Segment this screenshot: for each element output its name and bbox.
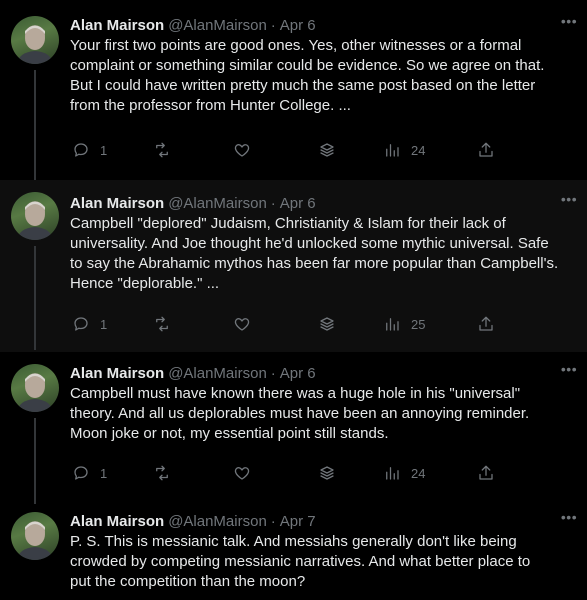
reply-count: 1 bbox=[100, 142, 108, 158]
avatar[interactable] bbox=[11, 16, 59, 64]
views-icon bbox=[386, 318, 399, 331]
views-button[interactable]: 25 bbox=[383, 314, 425, 334]
tweet-text-line: universality. And Joe thought he'd unloc… bbox=[70, 235, 549, 252]
tweet-header: Alan Mairson @AlanMairson · Apr 6 bbox=[70, 362, 579, 384]
tweet-text-line: Campbell must have known there was a hug… bbox=[70, 385, 521, 402]
author-name[interactable]: Alan Mairson bbox=[70, 17, 164, 34]
action-bar: 1 24 bbox=[70, 463, 493, 483]
like-icon bbox=[234, 318, 250, 331]
tweet-text: Campbell must have known there was a hug… bbox=[70, 384, 579, 444]
views-button[interactable]: 24 bbox=[383, 140, 425, 160]
reply-icon bbox=[74, 466, 88, 480]
action-bar: 1 25 bbox=[70, 314, 493, 334]
tweet-text-line: from the professor from Hunter College. … bbox=[70, 97, 351, 114]
separator-dot: · bbox=[270, 364, 276, 382]
avatar[interactable] bbox=[11, 364, 59, 412]
more-icon[interactable]: ••• bbox=[559, 192, 579, 212]
tweet-text-line: theory. And all us deplorables must have… bbox=[70, 405, 530, 422]
tweet-header: Alan Mairson @AlanMairson · Apr 6 bbox=[70, 192, 579, 214]
thread-line bbox=[34, 418, 36, 504]
reply-count: 1 bbox=[100, 465, 108, 481]
retweet-button[interactable] bbox=[153, 314, 171, 334]
tweet[interactable]: Alan Mairson @AlanMairson · Apr 7 ••• P.… bbox=[0, 502, 587, 600]
reply-button[interactable]: 1 bbox=[72, 314, 107, 334]
share-button[interactable] bbox=[477, 463, 495, 483]
share-button[interactable] bbox=[477, 140, 495, 160]
like-button[interactable] bbox=[233, 314, 251, 334]
tweet-text-line: Your first two points are good ones. Yes… bbox=[70, 37, 522, 54]
author-name[interactable]: Alan Mairson bbox=[70, 195, 164, 212]
more-icon[interactable]: ••• bbox=[559, 510, 579, 530]
views-icon bbox=[386, 144, 399, 157]
stack-icon bbox=[320, 466, 334, 480]
tweet[interactable]: Alan Mairson @AlanMairson · Apr 6 ••• Ca… bbox=[0, 352, 587, 504]
action-bar: 1 24 bbox=[70, 140, 493, 160]
thread-line bbox=[34, 246, 36, 350]
views-icon bbox=[386, 467, 399, 480]
tweet-text-line: Campbell "deplored" Judaism, Christianit… bbox=[70, 215, 506, 232]
retweet-icon bbox=[156, 465, 168, 481]
view-count: 24 bbox=[411, 142, 426, 158]
tweet[interactable]: Alan Mairson @AlanMairson · Apr 6 ••• Ca… bbox=[0, 180, 587, 352]
thread-line bbox=[34, 70, 36, 182]
share-icon bbox=[479, 142, 493, 157]
tweet-text: Campbell "deplored" Judaism, Christianit… bbox=[70, 214, 579, 294]
tweet-text-line: Moon joke or not, my essential point sti… bbox=[70, 425, 389, 442]
like-icon bbox=[234, 467, 250, 480]
tweet-header: Alan Mairson @AlanMairson · Apr 7 bbox=[70, 510, 579, 532]
retweet-button[interactable] bbox=[153, 140, 171, 160]
tweet-date[interactable]: Apr 6 bbox=[280, 195, 316, 212]
author-name[interactable]: Alan Mairson bbox=[70, 365, 164, 382]
retweet-icon bbox=[156, 142, 168, 158]
retweet-icon bbox=[156, 316, 168, 332]
stack-icon bbox=[320, 143, 334, 157]
reply-button[interactable]: 1 bbox=[72, 140, 107, 160]
share-icon bbox=[479, 316, 493, 331]
retweet-button[interactable] bbox=[153, 463, 171, 483]
tweet-text-line: Hence "deplorable." ... bbox=[70, 275, 220, 292]
more-icon[interactable]: ••• bbox=[559, 14, 579, 34]
like-button[interactable] bbox=[233, 140, 251, 160]
more-icon[interactable]: ••• bbox=[559, 362, 579, 382]
tweet-text-line: complaint or something similar could be … bbox=[70, 57, 545, 74]
tweet-date[interactable]: Apr 6 bbox=[280, 17, 316, 34]
author-handle[interactable]: @AlanMairson bbox=[168, 513, 267, 530]
author-handle[interactable]: @AlanMairson bbox=[168, 365, 267, 382]
bookmark-stack-button[interactable] bbox=[318, 314, 336, 334]
views-button[interactable]: 24 bbox=[383, 463, 425, 483]
separator-dot: · bbox=[270, 512, 276, 530]
like-button[interactable] bbox=[233, 463, 251, 483]
tweet-text: P. S. This is messianic talk. And messia… bbox=[70, 532, 579, 592]
tweet-header: Alan Mairson @AlanMairson · Apr 6 bbox=[70, 14, 579, 36]
view-count: 25 bbox=[411, 316, 426, 332]
view-count: 24 bbox=[411, 465, 426, 481]
share-button[interactable] bbox=[477, 314, 495, 334]
bookmark-stack-button[interactable] bbox=[318, 140, 336, 160]
avatar[interactable] bbox=[11, 512, 59, 560]
like-icon bbox=[234, 144, 250, 157]
avatar[interactable] bbox=[11, 192, 59, 240]
tweet-text-line: P. S. This is messianic talk. And messia… bbox=[70, 533, 517, 550]
tweet-text-line: But I could have written pretty much the… bbox=[70, 77, 536, 94]
tweet-text: Your first two points are good ones. Yes… bbox=[70, 36, 579, 116]
reply-icon bbox=[74, 143, 88, 157]
separator-dot: · bbox=[270, 194, 276, 212]
tweet[interactable]: Alan Mairson @AlanMairson · Apr 6 ••• Yo… bbox=[0, 0, 587, 182]
reply-count: 1 bbox=[100, 316, 108, 332]
bookmark-stack-button[interactable] bbox=[318, 463, 336, 483]
tweet-text-line: to say the Abrahamic mythos has been far… bbox=[70, 255, 559, 272]
separator-dot: · bbox=[270, 16, 276, 34]
reply-button[interactable]: 1 bbox=[72, 463, 107, 483]
share-icon bbox=[479, 465, 493, 480]
tweet-text-line: put the competition than the moon? bbox=[70, 573, 306, 590]
stack-icon bbox=[320, 317, 334, 331]
author-name[interactable]: Alan Mairson bbox=[70, 513, 164, 530]
author-handle[interactable]: @AlanMairson bbox=[168, 17, 267, 34]
tweet-date[interactable]: Apr 6 bbox=[280, 365, 316, 382]
author-handle[interactable]: @AlanMairson bbox=[168, 195, 267, 212]
reply-icon bbox=[74, 317, 88, 331]
tweet-text-line: crowded by competing messianic narrative… bbox=[70, 553, 531, 570]
tweet-date[interactable]: Apr 7 bbox=[280, 513, 316, 530]
